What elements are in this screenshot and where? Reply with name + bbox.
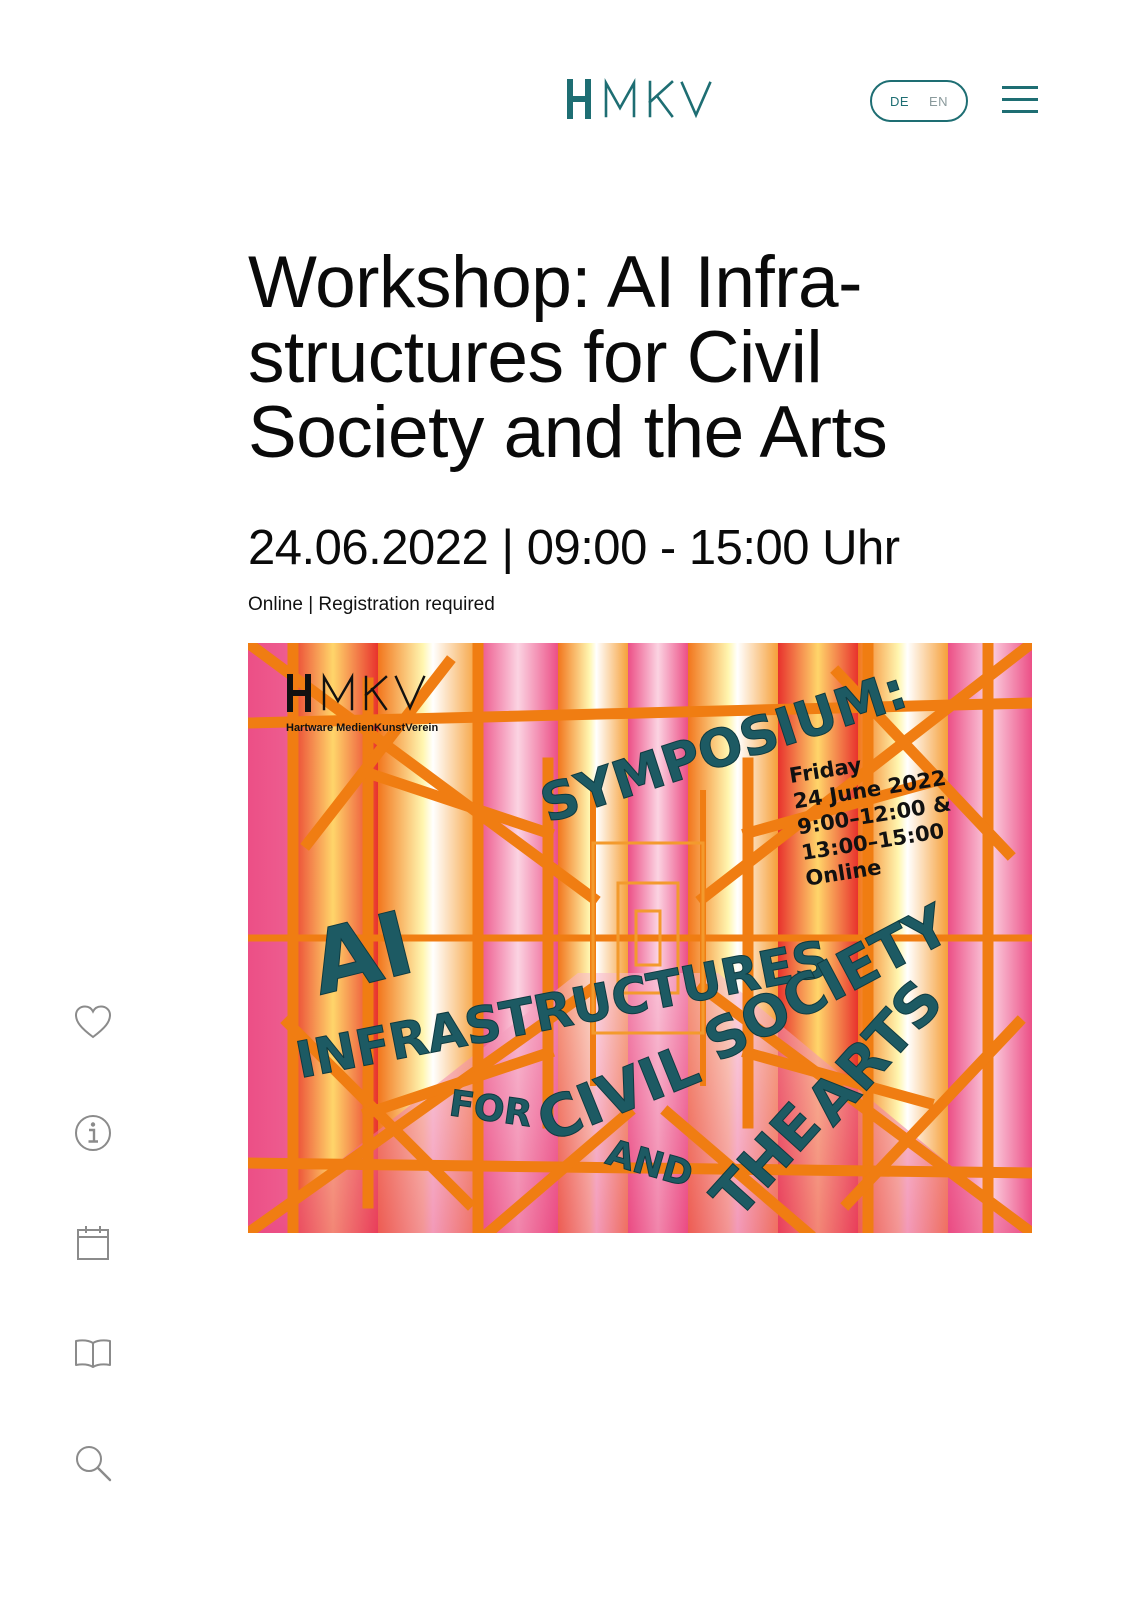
info-button[interactable] [70, 1110, 116, 1156]
event-date-time: 24.06.2022 | 09:00 - 15:00 Uhr [248, 521, 900, 575]
heart-icon [74, 1005, 112, 1039]
title-line: Workshop: AI Infra- [248, 242, 862, 323]
event-poster-image: Hartware MedienKunstVerein Friday 24 Jun… [248, 643, 1032, 1233]
title-line: Society and the Arts [248, 392, 888, 473]
lang-de-option[interactable]: DE [890, 94, 909, 109]
page-title: Workshop: AI Infra- structures for Civil… [248, 245, 1038, 470]
publications-button[interactable] [70, 1330, 116, 1376]
calendar-button[interactable] [70, 1220, 116, 1266]
title-line: structures for Civil [248, 317, 823, 398]
event-detail: Workshop: AI Infra- structures for Civil… [248, 245, 1038, 616]
book-icon [75, 1339, 111, 1368]
search-button[interactable] [70, 1440, 116, 1486]
info-icon [75, 1115, 111, 1151]
poster-org-name: Hartware MedienKunstVerein [286, 722, 438, 734]
favorite-button[interactable] [70, 1000, 116, 1046]
search-icon [76, 1446, 112, 1482]
hmkv-logo[interactable] [566, 78, 714, 122]
calendar-icon [77, 1226, 109, 1260]
lang-en-option[interactable]: EN [929, 94, 948, 109]
hamburger-menu-icon[interactable] [1002, 84, 1038, 116]
event-location-note: Online | Registration required [248, 594, 495, 615]
language-switcher[interactable]: DE EN [870, 80, 968, 122]
